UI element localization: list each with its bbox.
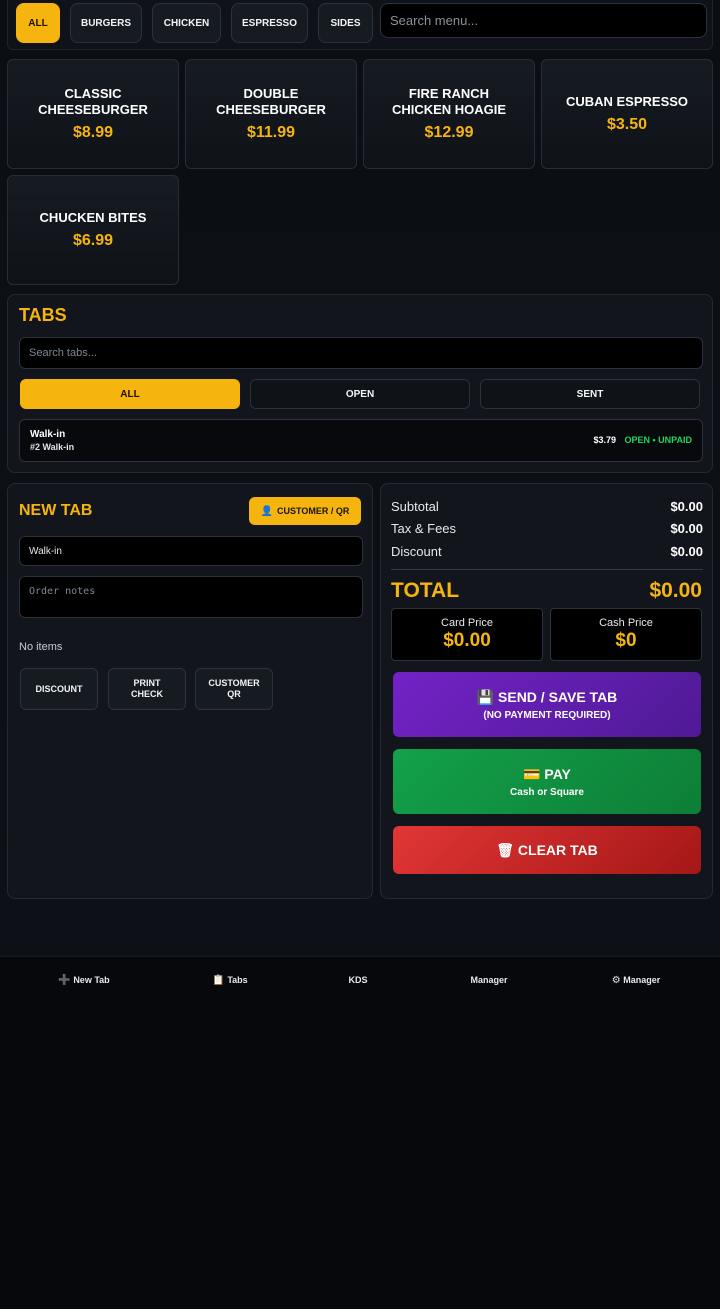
- discount-button[interactable]: DISCOUNT: [20, 668, 98, 710]
- plus-icon: ➕: [58, 975, 71, 986]
- clear-tab-button[interactable]: 🗑 CLEAR TAB: [393, 826, 701, 874]
- menu-item-name: DOUBLE CHEESEBURGER: [216, 86, 326, 117]
- empty-items-text: No items: [19, 641, 63, 653]
- menu-item-name: CUBAN ESPRESSO: [565, 94, 689, 109]
- tabs-panel: TABS Search tabs... ALL OPEN SENT Walk-i…: [7, 294, 713, 473]
- send-save-tab-button[interactable]: 💾 SEND / SAVE TAB (NO PAYMENT REQUIRED): [393, 672, 701, 737]
- menu-item-price: $11.99: [246, 124, 296, 141]
- discount-value: $0.00: [670, 544, 703, 559]
- menu-item-price: $6.99: [72, 232, 114, 249]
- customer-qr-label: CUSTOMER / QR: [277, 506, 350, 516]
- category-bar: ALL BURGERS CHICKEN ESPRESSO SIDES Searc…: [7, 0, 713, 50]
- subtotal-label: Subtotal: [391, 499, 439, 514]
- nav-new-tab[interactable]: ➕ New Tab: [58, 975, 109, 986]
- totals-panel: Subtotal $0.00 Tax & Fees $0.00 Discount…: [380, 483, 713, 899]
- tab-number: #2 Walk-in: [30, 442, 75, 452]
- tabs-search-input[interactable]: Search tabs...: [19, 337, 703, 369]
- gear-icon: ⚙: [611, 975, 621, 986]
- person-icon: 👤: [260, 505, 274, 517]
- clipboard-icon: 📋: [212, 975, 225, 986]
- filter-sent[interactable]: SENT: [480, 379, 700, 409]
- cash-price-label: Cash Price: [599, 617, 653, 629]
- tab-row[interactable]: Walk-in #2 Walk-in $3.79 OPEN • UNPAID: [19, 419, 703, 462]
- nav-tabs[interactable]: 📋 Tabs: [212, 975, 247, 986]
- category-chicken[interactable]: CHICKEN: [152, 3, 221, 43]
- menu-item-card[interactable]: DOUBLE CHEESEBURGER $11.99: [185, 59, 357, 169]
- nav-manager-settings[interactable]: ⚙ Manager: [612, 975, 661, 986]
- category-espresso[interactable]: ESPRESSO: [231, 3, 308, 43]
- pay-subtitle: Cash or Square: [510, 786, 584, 798]
- send-title: 💾 SEND / SAVE TAB: [476, 688, 618, 705]
- send-subtitle: (NO PAYMENT REQUIRED): [483, 709, 611, 721]
- bottom-nav: ➕ New Tab 📋 Tabs KDS Manager ⚙ Manager: [0, 956, 720, 1006]
- pay-button[interactable]: 💳 PAY Cash or Square: [393, 749, 701, 814]
- menu-item-name: FIRE RANCH CHICKEN HOAGIE: [391, 86, 507, 117]
- customer-name-field[interactable]: Walk-in: [19, 536, 363, 566]
- menu-item-card[interactable]: FIRE RANCH CHICKEN HOAGIE $12.99: [363, 59, 535, 169]
- cash-price-box: Cash Price $0: [550, 608, 702, 661]
- card-price-box: Card Price $0.00: [391, 608, 543, 661]
- menu-search-input[interactable]: Search menu...: [380, 3, 707, 38]
- menu-item-name: CHUCKEN BITES: [39, 210, 147, 225]
- cash-price-value: $0: [615, 630, 637, 651]
- customer-qr-action-button[interactable]: CUSTOMER QR: [195, 668, 273, 710]
- menu-item-price: $8.99: [72, 124, 114, 141]
- print-check-button[interactable]: PRINT CHECK: [108, 668, 186, 710]
- filter-open[interactable]: OPEN: [250, 379, 470, 409]
- floppy-disk-icon: 💾: [476, 688, 495, 705]
- tab-status-badge: OPEN • UNPAID: [624, 435, 693, 445]
- new-tab-title: NEW TAB: [19, 502, 93, 519]
- total-label: TOTAL: [391, 579, 460, 602]
- tab-amount: $3.79: [593, 435, 616, 445]
- order-notes-field[interactable]: Order notes: [19, 576, 363, 618]
- discount-row: Discount $0.00: [391, 544, 703, 559]
- category-sides[interactable]: SIDES: [318, 3, 373, 43]
- menu-item-price: $12.99: [424, 124, 474, 141]
- clear-title: 🗑 CLEAR TAB: [496, 841, 598, 858]
- menu-item-name: CLASSIC CHEESEBURGER: [38, 86, 148, 117]
- new-tab-panel: NEW TAB 👤 CUSTOMER / QR Walk-in Order no…: [7, 483, 373, 899]
- nav-manager[interactable]: Manager: [470, 975, 507, 985]
- pay-title: 💳 PAY: [523, 765, 571, 782]
- subtotal-row: Subtotal $0.00: [391, 499, 703, 514]
- menu-item-price: $3.50: [606, 116, 648, 133]
- credit-card-icon: 💳: [523, 765, 541, 782]
- tab-name: Walk-in: [30, 429, 66, 440]
- menu-item-card[interactable]: CUBAN ESPRESSO $3.50: [541, 59, 713, 169]
- trash-icon: 🗑: [496, 841, 515, 858]
- category-burgers[interactable]: BURGERS: [70, 3, 142, 43]
- discount-label: Discount: [391, 544, 442, 559]
- tax-value: $0.00: [670, 521, 703, 536]
- subtotal-value: $0.00: [670, 499, 703, 514]
- menu-item-card[interactable]: CHUCKEN BITES $6.99: [7, 175, 179, 285]
- card-price-value: $0.00: [443, 630, 491, 651]
- tax-row: Tax & Fees $0.00: [391, 521, 703, 536]
- customer-qr-button[interactable]: 👤 CUSTOMER / QR: [249, 497, 361, 525]
- tax-label: Tax & Fees: [391, 521, 457, 536]
- filter-all[interactable]: ALL: [20, 379, 240, 409]
- total-value: $0.00: [649, 579, 702, 602]
- divider: [391, 569, 703, 570]
- tabs-title: TABS: [19, 305, 67, 325]
- nav-kds[interactable]: KDS: [348, 975, 367, 985]
- menu-item-card[interactable]: CLASSIC CHEESEBURGER $8.99: [7, 59, 179, 169]
- card-price-label: Card Price: [441, 617, 493, 629]
- category-all[interactable]: ALL: [16, 3, 60, 43]
